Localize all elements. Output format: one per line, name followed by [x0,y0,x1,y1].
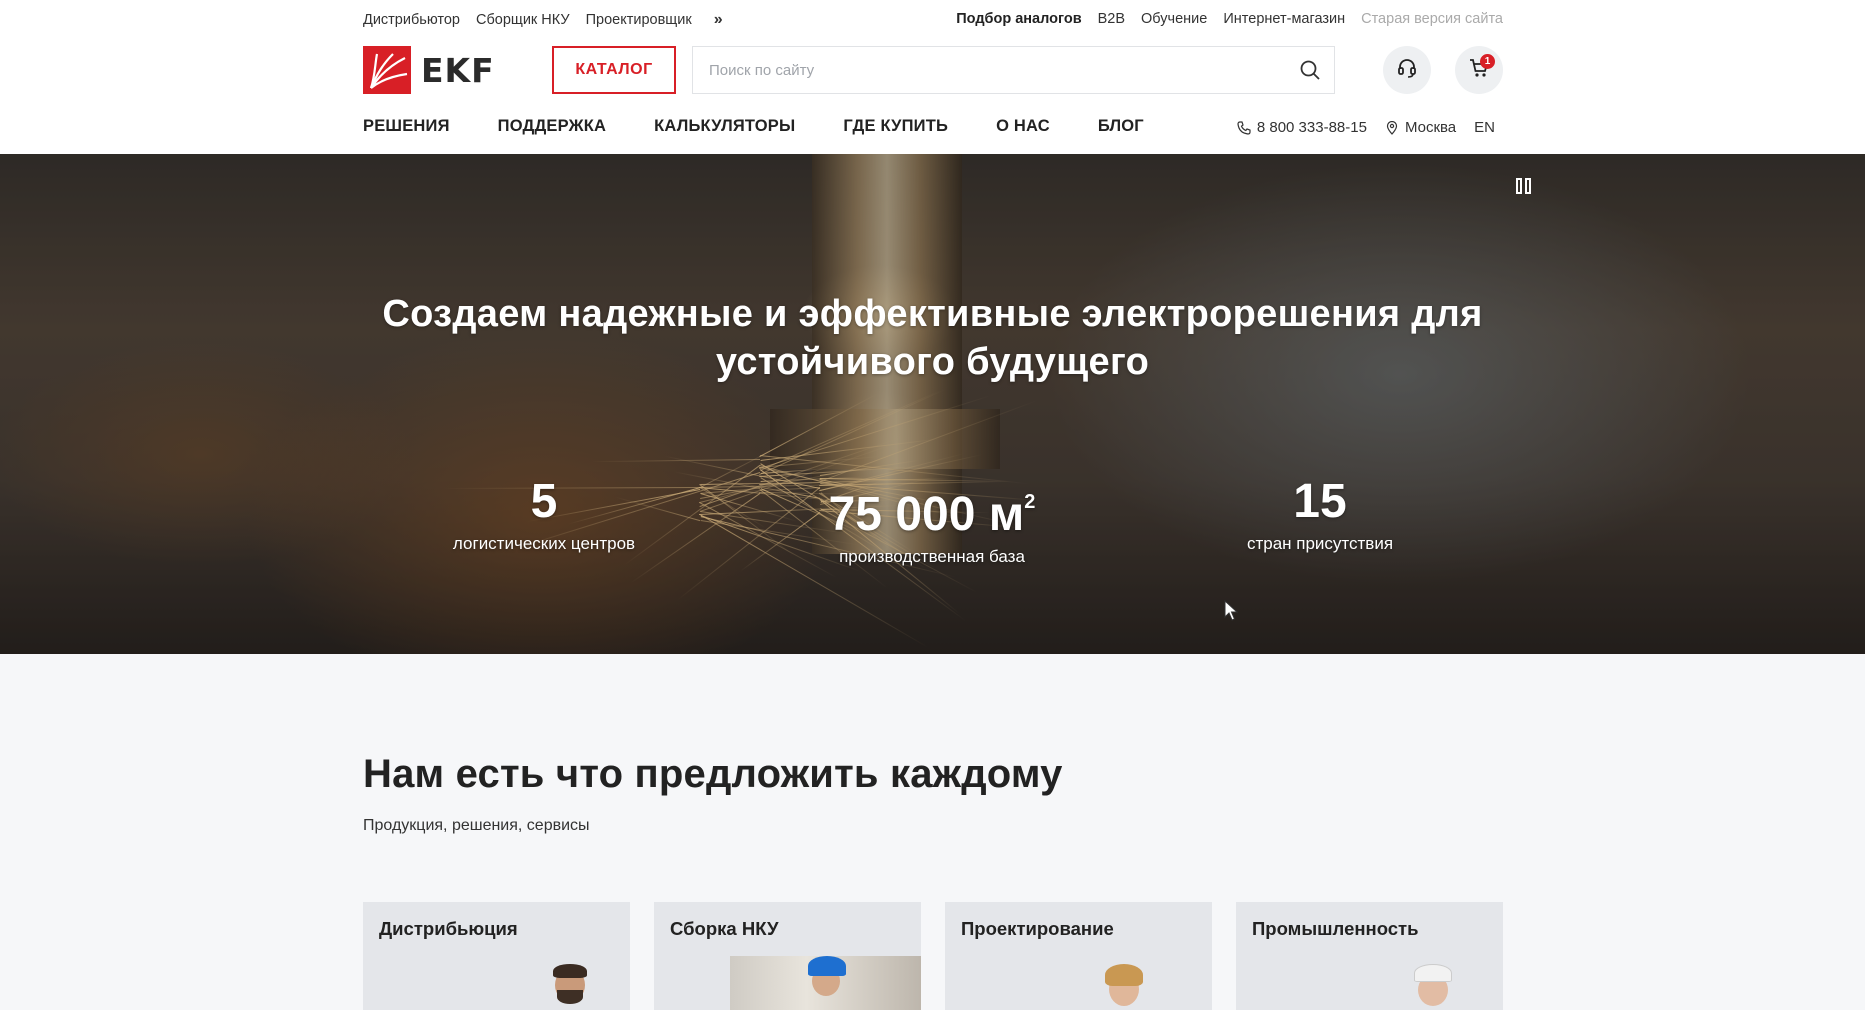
main-header: EKF КАТАЛОГ 1 [0,38,1865,100]
link-distributor[interactable]: Дистрибьютор [363,12,460,28]
offer-card-title: Дистрибьюция [379,918,518,939]
search-icon[interactable] [1298,58,1322,82]
headset-icon [1396,57,1418,84]
phone-icon [1237,120,1251,135]
link-designer[interactable]: Проектировщик [586,12,692,28]
stat-logistics-label: логистических центров [452,534,636,553]
city-selector[interactable]: Москва [1385,119,1456,136]
offer-card-nku-assembly[interactable]: Сборка НКУ [654,902,921,1010]
support-button[interactable] [1383,46,1431,94]
nav-contacts: 8 800 333-88-15 Москва EN [1237,119,1503,136]
stat-logistics-value: 5 [530,475,558,528]
offer-card-title: Проектирование [961,918,1114,939]
stat-production-value: 75 000 м [828,488,1025,541]
link-b2b[interactable]: B2B [1098,11,1125,27]
stat-countries-label: стран присутствия [1246,534,1394,553]
offer-card-title: Промышленность [1252,918,1419,939]
person-photo [1095,962,1155,1010]
nav-item-solutions[interactable]: РЕШЕНИЯ [363,117,450,136]
ekf-logo-mark-icon [363,46,411,94]
offer-section-title: Нам есть что предложить каждому [363,752,1063,796]
person-photo [1404,962,1464,1010]
link-online-store[interactable]: Интернет-магазин [1223,11,1345,27]
link-training[interactable]: Обучение [1141,11,1207,27]
nav-item-where-to-buy[interactable]: ГДЕ КУПИТЬ [843,117,948,136]
offer-section-subtitle: Продукция, решения, сервисы [363,817,590,834]
nav-item-about[interactable]: О НАС [996,117,1050,136]
pause-icon [1516,178,1522,194]
link-nku-assembler[interactable]: Сборщик НКУ [476,12,570,28]
offer-card-design[interactable]: Проектирование [945,902,1212,1010]
hero-banner: Создаем надежные и эффективные электроре… [0,154,1865,654]
nav-menu: РЕШЕНИЯ ПОДДЕРЖКА КАЛЬКУЛЯТОРЫ ГДЕ КУПИТ… [363,117,1144,136]
main-navigation: РЕШЕНИЯ ПОДДЕРЖКА КАЛЬКУЛЯТОРЫ ГДЕ КУПИТ… [0,100,1865,154]
nav-item-calculators[interactable]: КАЛЬКУЛЯТОРЫ [654,117,795,136]
offer-card-title: Сборка НКУ [670,918,779,939]
hero-title: Создаем надежные и эффективные электроре… [382,293,1483,383]
site-search [692,46,1335,94]
offer-card-distribution[interactable]: Дистрибьюция [363,902,630,1010]
ekf-logo[interactable]: EKF [363,46,521,94]
stat-countries-value: 15 [1293,475,1347,528]
cart-count-badge: 1 [1480,54,1495,69]
phone-number: 8 800 333-88-15 [1256,119,1367,136]
search-input[interactable] [693,47,1283,93]
pause-slideshow-button[interactable] [1516,176,1536,196]
worker-photo [802,954,862,1010]
service-links: Подбор аналогов B2B Обучение Интернет-ма… [956,11,1503,27]
ekf-logo-text: EKF [421,50,495,90]
language-switch[interactable]: EN [1474,119,1495,136]
audience-links: Дистрибьютор Сборщик НКУ Проектировщик » [363,11,723,29]
stat-logistics: 5 логистических центров [394,474,694,554]
phone-link[interactable]: 8 800 333-88-15 [1237,119,1367,136]
stat-production-unit-exponent: 2 [1024,491,1036,513]
cart-button[interactable]: 1 [1455,46,1503,94]
location-pin-icon [1386,120,1398,135]
pause-icon-bar [1525,178,1531,194]
nav-item-support[interactable]: ПОДДЕРЖКА [498,117,606,136]
person-photo [533,962,593,1010]
stat-production-label: производственная база [839,547,1025,566]
mouse-cursor-icon [1224,600,1238,621]
link-analog-selection[interactable]: Подбор аналогов [956,11,1081,27]
stat-countries: 15 стран присутствия [1170,474,1470,554]
link-old-site-version[interactable]: Старая версия сайта [1361,11,1503,27]
stat-production: 75 000 м2 производственная база [782,474,1082,567]
offer-card-industry[interactable]: Промышленность [1236,902,1503,1010]
double-chevron-right-icon[interactable]: » [714,11,723,29]
catalog-button[interactable]: КАТАЛОГ [552,46,676,94]
city-name: Москва [1404,119,1457,136]
hero-overlay [0,154,1865,654]
nav-item-blog[interactable]: БЛОГ [1098,117,1144,136]
top-utility-bar: Дистрибьютор Сборщик НКУ Проектировщик »… [0,0,1865,38]
